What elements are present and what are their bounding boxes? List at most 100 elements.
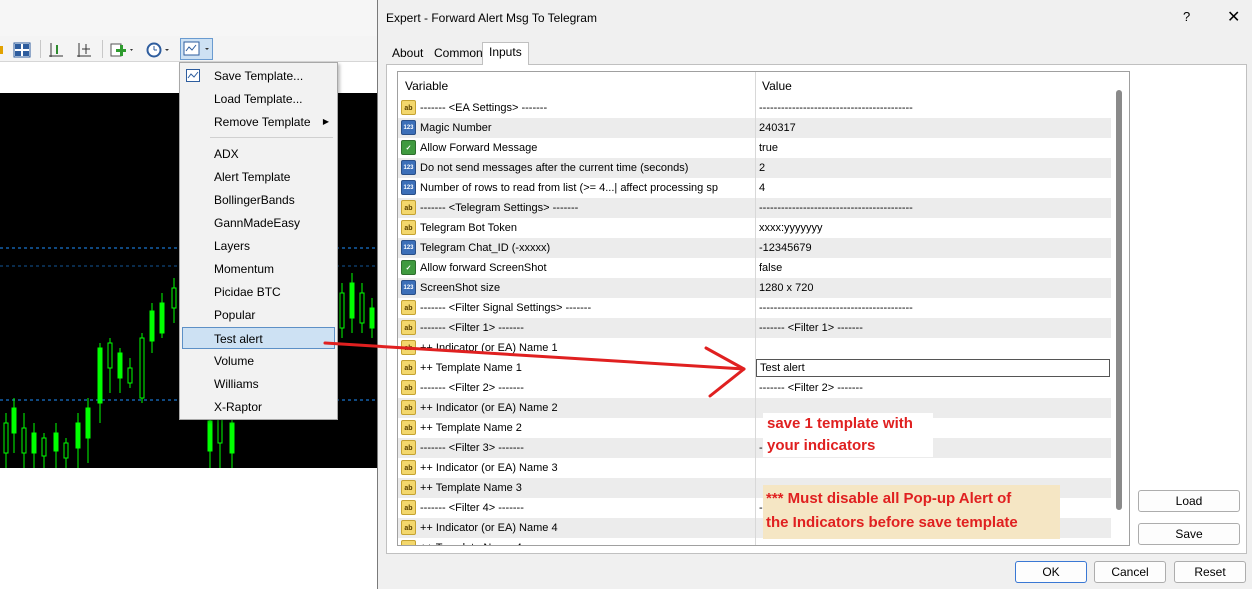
variable-name: ++ Indicator (or EA) Name 2 <box>420 402 558 414</box>
menu-separator <box>210 137 333 138</box>
variable-value[interactable]: true <box>759 142 778 154</box>
string-type-icon: ab <box>401 340 416 355</box>
crosshair-icon[interactable] <box>75 40 93 60</box>
string-type-icon: ab <box>401 400 416 415</box>
input-row[interactable]: 123 ScreenShot size 1280 x 720 <box>398 278 1111 298</box>
vertical-scrollbar[interactable] <box>1116 90 1122 510</box>
tile-windows-icon[interactable] <box>13 40 31 60</box>
variable-value[interactable]: ------- <Filter 2> ------- <box>759 382 863 394</box>
column-divider[interactable] <box>755 72 756 99</box>
cell-divider <box>755 438 756 458</box>
string-type-icon: ab <box>401 320 416 335</box>
variable-name: Allow Forward Message <box>420 142 538 154</box>
menu-item[interactable]: GannMadeEasy <box>180 212 337 234</box>
menu-item[interactable]: Load Template... <box>180 88 337 110</box>
column-header-value[interactable]: Value <box>762 79 792 93</box>
input-row[interactable]: 123 Magic Number 240317 <box>398 118 1111 138</box>
reset-button[interactable]: Reset <box>1174 561 1246 583</box>
menu-item[interactable]: Williams <box>180 373 337 395</box>
cancel-button[interactable]: Cancel <box>1094 561 1166 583</box>
clock-icon[interactable] <box>146 40 172 60</box>
cell-divider <box>755 118 756 138</box>
template-menu-button[interactable] <box>180 38 213 60</box>
tab-common[interactable]: Common <box>428 44 489 64</box>
menu-item[interactable]: Alert Template <box>180 166 337 188</box>
string-type-icon: ab <box>401 100 416 115</box>
vertical-line-icon[interactable] <box>47 40 65 60</box>
annotation-line: your indicators <box>767 437 876 454</box>
menu-item[interactable]: ADX <box>180 143 337 165</box>
tab-inputs[interactable]: Inputs <box>482 42 529 65</box>
menu-item[interactable]: Save Template... <box>180 65 337 87</box>
variable-value[interactable]: 4 <box>759 182 765 194</box>
tab-about[interactable]: About <box>386 44 429 64</box>
input-row[interactable]: ab ++ Indicator (or EA) Name 2 <box>398 398 1111 418</box>
menu-item[interactable]: Remove Template ▶ <box>180 111 337 133</box>
value-edit-field[interactable]: Test alert <box>756 359 1110 377</box>
variable-name: ------- <Filter Signal Settings> ------- <box>420 302 592 314</box>
variable-value[interactable]: -12345679 <box>759 242 812 254</box>
input-row[interactable]: ab------- <Filter 3> ---------- <box>398 438 1111 458</box>
variable-value[interactable]: ----------------------------------------… <box>759 302 913 314</box>
variable-name: Magic Number <box>420 122 492 134</box>
input-row[interactable]: 123 Do not send messages after the curren… <box>398 158 1111 178</box>
input-row[interactable]: ab ++ Template Name 4 <box>398 538 1111 545</box>
string-type-icon: ab <box>401 460 416 475</box>
cell-divider <box>755 198 756 218</box>
input-row[interactable]: ab ------- <Telegram Settings> ------- ---… <box>398 198 1111 218</box>
variable-value[interactable]: 1280 x 720 <box>759 282 813 294</box>
variable-value[interactable]: ----------------------------------------… <box>759 102 913 114</box>
pencil-icon[interactable] <box>0 40 6 60</box>
input-row[interactable]: 123 Number of rows to read from list (>= … <box>398 178 1111 198</box>
annotation-note-template: save 1 template with your indicators <box>763 413 933 457</box>
input-row[interactable]: ab ++ Indicator (or EA) Name 3 <box>398 458 1111 478</box>
variable-value[interactable]: xxxx:yyyyyyy <box>759 222 823 234</box>
close-button[interactable]: ✕ <box>1227 7 1240 27</box>
menu-item[interactable]: Momentum <box>180 258 337 280</box>
input-row[interactable]: ab ------- <EA Settings> ------- ---------… <box>398 98 1111 118</box>
column-header-variable[interactable]: Variable <box>405 79 448 93</box>
save-button[interactable]: Save <box>1138 523 1240 545</box>
input-row[interactable]: ab ++ Template Name 2 <box>398 418 1111 438</box>
string-type-icon: ab <box>401 520 416 535</box>
menu-item[interactable]: Volume <box>180 350 337 372</box>
input-row[interactable]: ab ------- <Filter 2> ------- ------- <Fil… <box>398 378 1111 398</box>
cell-divider <box>755 158 756 178</box>
cell-divider <box>755 498 756 518</box>
load-button[interactable]: Load <box>1138 490 1240 512</box>
menu-item[interactable]: Picidae BTC <box>180 281 337 303</box>
string-type-icon: ab <box>401 300 416 315</box>
input-row[interactable]: ab ------- <Filter Signal Settings> -----… <box>398 298 1111 318</box>
variable-value[interactable]: 2 <box>759 162 765 174</box>
menu-item[interactable]: Popular <box>180 304 337 326</box>
grid-rows: ab ------- <EA Settings> ------- ---------… <box>398 98 1111 545</box>
cell-divider <box>755 478 756 498</box>
menu-item[interactable]: Layers <box>180 235 337 257</box>
input-row[interactable]: ab ------- <Filter 1> ------- ------- <Fil… <box>398 318 1111 338</box>
dialog-title: Expert - Forward Alert Msg To Telegram <box>386 11 597 25</box>
input-row[interactable]: ab Telegram Bot Token xxxx:yyyyyyy <box>398 218 1111 238</box>
ok-button[interactable]: OK <box>1015 561 1087 583</box>
variable-value[interactable]: ----------------------------------------… <box>759 202 913 214</box>
add-indicator-icon[interactable] <box>110 40 136 60</box>
variable-value[interactable]: 240317 <box>759 122 796 134</box>
string-type-icon: ab <box>401 200 416 215</box>
input-row[interactable]: 123 Telegram Chat_ID (-xxxxx) -12345679 <box>398 238 1111 258</box>
menu-item[interactable]: BollingerBands <box>180 189 337 211</box>
cell-divider <box>755 238 756 258</box>
cell-divider <box>755 378 756 398</box>
variable-value[interactable]: ------- <Filter 1> ------- <box>759 322 863 334</box>
input-row[interactable]: ab ++ Template Name 1 Test alert <box>398 358 1111 378</box>
input-row[interactable]: ✓ Allow Forward Message true <box>398 138 1111 158</box>
string-type-icon: ab <box>401 440 416 455</box>
variable-value[interactable]: false <box>759 262 782 274</box>
menu-item[interactable]: Test alert <box>182 327 335 349</box>
input-row[interactable]: ab ++ Indicator (or EA) Name 1 <box>398 338 1111 358</box>
string-type-icon: ab <box>401 500 416 515</box>
annotation-line: *** Must disable all Pop-up Alert of <box>766 490 1012 507</box>
input-row[interactable]: ✓ Allow forward ScreenShot false <box>398 258 1111 278</box>
help-button[interactable]: ? <box>1183 9 1190 24</box>
menu-item[interactable]: X-Raptor <box>180 396 337 418</box>
cell-divider <box>755 518 756 538</box>
string-type-icon: ab <box>401 420 416 435</box>
